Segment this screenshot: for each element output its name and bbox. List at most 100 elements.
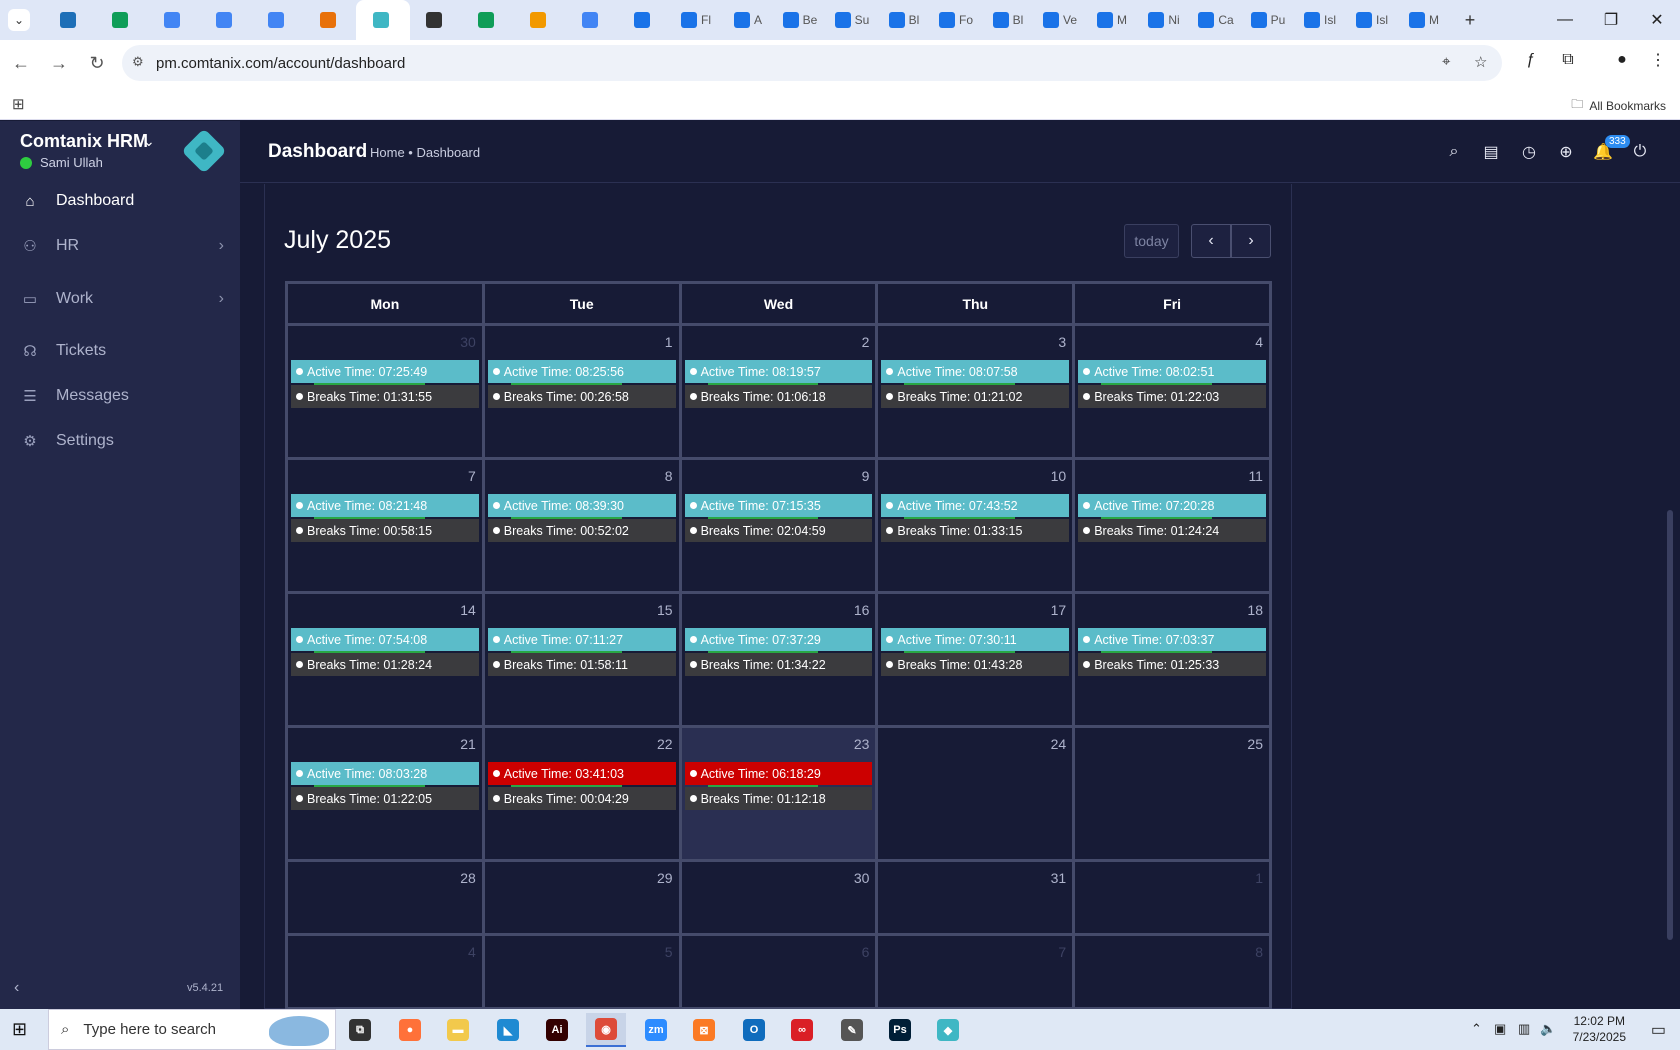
active-time-event[interactable]: Active Time: 08:39:30 [487,494,676,517]
browser-tab[interactable]: Fl [670,0,722,40]
breaks-time-event[interactable]: Breaks Time: 01:33:15 [881,519,1070,542]
calendar-day[interactable]: 6 [682,936,879,1007]
active-time-event[interactable]: Active Time: 07:20:28 [1078,494,1266,517]
breaks-time-event[interactable]: Breaks Time: 01:24:24 [1078,519,1266,542]
breaks-time-event[interactable]: Breaks Time: 01:31:55 [291,385,479,408]
calendar-day[interactable]: 30 Clock-in: 4:36 PMActive Time: 07:25:49… [288,326,485,457]
system-clock[interactable]: 12:02 PM 7/23/2025 [1573,1013,1626,1045]
today-button[interactable]: today [1124,224,1179,258]
breadcrumb[interactable]: Home • Dashboard [370,145,480,160]
calendar-day[interactable]: 18 Clock-in: 4:30 PMActive Time: 07:03:37… [1075,594,1269,725]
breaks-time-event[interactable]: Breaks Time: 01:12:18 [684,787,873,810]
sidebar-item-messages[interactable]: ☰ Messages [0,374,240,418]
profile-avatar-icon[interactable]: ● [1608,46,1636,74]
taskbar-app-pen-tool[interactable]: ✎ [832,1013,872,1047]
sidebar-item-work[interactable]: ▭ Work › [0,277,240,321]
calendar-day[interactable]: 4 Clock-in: 4:28 PMActive Time: 08:02:51B… [1075,326,1269,457]
calendar-day[interactable]: 7 Clock-in: 4:36 PMActive Time: 08:21:48B… [288,460,485,591]
browser-tab[interactable] [96,0,148,40]
windows-start-icon[interactable]: ⊞ [12,1019,27,1040]
sidebar-item-settings[interactable]: ⚙ Settings [0,419,240,463]
browser-tab[interactable]: Pu [1242,0,1294,40]
active-time-event[interactable]: Active Time: 07:25:49 [291,360,479,383]
active-time-event[interactable]: Active Time: 08:25:56 [487,360,676,383]
restore-icon[interactable]: ❐ [1588,0,1634,40]
active-time-event[interactable]: Active Time: 08:19:57 [684,360,873,383]
site-info-icon[interactable]: ⚙ [132,54,144,70]
all-bookmarks-button[interactable]: 🗀 All Bookmarks [1571,95,1666,116]
active-time-event[interactable]: Active Time: 08:03:28 [291,762,479,785]
calendar-day[interactable]: 24 [878,728,1076,859]
taskbar-app-zoom[interactable]: zm [636,1013,676,1047]
taskbar-app-task-view[interactable]: ⧉ [340,1013,380,1047]
breaks-time-event[interactable]: Breaks Time: 00:04:29 [487,787,676,810]
breaks-time-event[interactable]: Breaks Time: 01:22:05 [291,787,479,810]
taskbar-search[interactable]: ⌕ Type here to search [48,1009,336,1050]
browser-tab[interactable] [44,0,96,40]
calendar-day[interactable]: 29 [485,862,682,933]
breaks-time-event[interactable]: Breaks Time: 00:52:02 [487,519,676,542]
add-circle-icon[interactable]: ⊕ [1555,141,1577,163]
taskbar-app-illustrator[interactable]: Ai [537,1013,577,1047]
active-time-event[interactable]: Active Time: 07:37:29 [684,628,873,651]
taskbar-app-comtanix[interactable]: ◆ [928,1013,968,1047]
sidebar-item-tickets[interactable]: ☊ Tickets [0,329,240,373]
active-time-event[interactable]: Active Time: 08:07:58 [881,360,1070,383]
calendar-day[interactable]: 22 Clock-in: 4:32 PMActive Time: 03:41:03… [485,728,682,859]
browser-tab[interactable] [514,0,566,40]
active-time-event[interactable]: Active Time: 06:18:29 [684,762,873,785]
browser-tab[interactable]: M [1086,0,1138,40]
active-time-event[interactable]: Active Time: 03:41:03 [487,762,676,785]
browser-tab[interactable]: Isl [1294,0,1346,40]
browser-tab[interactable] [462,0,514,40]
active-time-event[interactable]: Active Time: 07:15:35 [684,494,873,517]
breaks-time-event[interactable]: Breaks Time: 01:25:33 [1078,653,1266,676]
calendar-day[interactable]: 9 Clock-in: 4:36 PMActive Time: 07:15:35B… [682,460,879,591]
calendar-day[interactable]: 31 [878,862,1076,933]
action-center-icon[interactable]: ▭ [1651,1020,1666,1040]
next-month-button[interactable]: › [1231,224,1271,258]
breaks-time-event[interactable]: Breaks Time: 01:06:18 [684,385,873,408]
browser-tab[interactable]: Ve [1034,0,1086,40]
search-icon[interactable]: ⌕ [1443,141,1465,163]
calendar-day[interactable]: 21 Clock-in: 4:35 PMActive Time: 08:03:28… [288,728,485,859]
taskbar-app-chrome[interactable]: ◉ [586,1013,626,1047]
browser-tab[interactable]: Ca [1190,0,1242,40]
brand-name[interactable]: Comtanix HRM [20,131,148,152]
new-tab-plus-icon[interactable]: + [1450,0,1490,40]
calendar-day[interactable]: 17 Clock-in: 4:42 PMActive Time: 07:30:11… [878,594,1076,725]
breaks-time-event[interactable]: Breaks Time: 01:22:03 [1078,385,1266,408]
calendar-day[interactable]: 16 Clock-in: 4:29 PMActive Time: 07:37:29… [682,594,879,725]
sidebar-item-dashboard[interactable]: ⌂ Dashboard [0,179,240,223]
calendar-day[interactable]: 4 [288,936,485,1007]
tab-search-icon[interactable]: ⌄ [8,9,30,31]
browser-tab[interactable]: Fo [930,0,982,40]
active-time-event[interactable]: Active Time: 07:30:11 [881,628,1070,651]
extensions-puzzle-icon[interactable]: ⧉ [1554,46,1582,74]
close-window-icon[interactable]: ✕ [1634,0,1680,40]
calendar-day[interactable]: 10 Clock-in: 4:40 PMActive Time: 07:43:52… [878,460,1076,591]
active-time-event[interactable]: Active Time: 07:54:08 [291,628,479,651]
bookmark-star-icon[interactable]: ☆ [1474,53,1487,71]
reload-icon[interactable]: ↻ [80,46,114,80]
notes-icon[interactable]: ▤ [1480,141,1502,163]
browser-tab[interactable] [356,0,410,40]
calendar-day[interactable]: 14 Clock-in: 4:34 PMActive Time: 07:54:08… [288,594,485,725]
breaks-time-event[interactable]: Breaks Time: 01:28:24 [291,653,479,676]
browser-tab[interactable]: M [1398,0,1450,40]
browser-tab[interactable] [200,0,252,40]
active-time-event[interactable]: Active Time: 08:21:48 [291,494,479,517]
active-time-event[interactable]: Active Time: 07:43:52 [881,494,1070,517]
browser-tab[interactable] [618,0,670,40]
chevron-down-icon[interactable]: ⌄ [143,133,155,150]
extension-f-icon[interactable]: ƒ [1517,46,1545,74]
tray-device-icon[interactable]: ▣ [1494,1021,1506,1037]
back-arrow-icon[interactable]: ← [4,46,38,80]
calendar-day[interactable]: 28 [288,862,485,933]
calendar-day[interactable]: 2 Clock-in: 4:28 PMActive Time: 08:19:57B… [682,326,879,457]
page-scrollbar[interactable] [1667,510,1673,940]
minimize-icon[interactable]: — [1542,0,1588,40]
calendar-day[interactable]: 11 Clock-in: 4:29 PMActive Time: 07:20:28… [1075,460,1269,591]
browser-tab[interactable]: A [722,0,774,40]
browser-tab[interactable]: Be [774,0,826,40]
